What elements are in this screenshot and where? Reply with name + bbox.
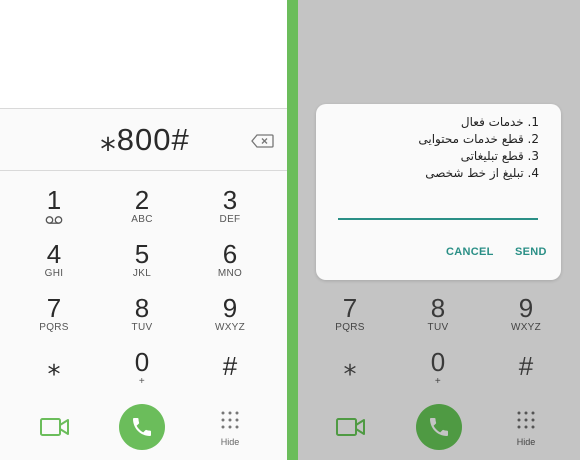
key-letters: ABC — [131, 214, 153, 225]
backspace-icon[interactable] — [251, 134, 274, 148]
key-7: 7 PQRS — [310, 294, 390, 350]
voicemail-icon — [45, 216, 63, 224]
key-2[interactable]: 2 ABC — [102, 186, 182, 242]
key-4[interactable]: 4 GHI — [14, 240, 94, 296]
key-9: 9 WXYZ — [486, 294, 566, 350]
send-button[interactable]: SEND — [515, 246, 547, 258]
key-letters: TUV — [131, 322, 153, 333]
dialer-screen: ⁎800# 1 2 ABC 3 DEF 4 GHI 5 JKL 6 MNO 7 … — [0, 0, 287, 460]
hide-label: Hide — [516, 437, 536, 447]
key-0[interactable]: 0 + — [102, 348, 182, 404]
key-letters: JKL — [132, 268, 152, 279]
top-divider — [0, 108, 287, 109]
key-letters: WXYZ — [510, 322, 542, 333]
key-digit: 9 — [518, 293, 534, 323]
key-9[interactable]: 9 WXYZ — [190, 294, 270, 350]
ussd-menu-line: 1. خدمات فعال — [460, 115, 539, 129]
key-hash[interactable]: # — [190, 352, 270, 408]
key-digit: 7 — [342, 293, 358, 323]
key-6[interactable]: 6 MNO — [190, 240, 270, 296]
ussd-menu-line: 3. قطع تبلیغاتی — [460, 149, 539, 163]
key-digit: 3 — [222, 185, 238, 215]
key-8[interactable]: 8 TUV — [102, 294, 182, 350]
ussd-menu: 1. خدمات فعال 2. قطع خدمات محتوایی 3. قط… — [339, 114, 539, 182]
key-digit: # — [222, 351, 238, 381]
key-digit: ⁎ — [47, 351, 61, 381]
key-letters: MNO — [217, 268, 243, 279]
dialer-top-area — [0, 0, 287, 108]
key-1[interactable]: 1 — [14, 186, 94, 242]
keypad-dots-icon — [517, 411, 535, 429]
key-digit: 0 — [430, 347, 446, 377]
key-3[interactable]: 3 DEF — [190, 186, 270, 242]
key-letters: + — [434, 376, 442, 387]
key-8: 8 TUV — [398, 294, 478, 350]
key-letters: WXYZ — [214, 322, 246, 333]
key-digit: # — [518, 351, 534, 381]
key-letters: DEF — [219, 214, 241, 225]
phone-icon — [430, 418, 448, 436]
key-digit: 5 — [134, 239, 150, 269]
key-5[interactable]: 5 JKL — [102, 240, 182, 296]
number-divider — [0, 170, 287, 171]
ussd-screen: 1. خدمات فعال 2. قطع خدمات محتوایی 3. قط… — [298, 0, 580, 460]
cancel-button[interactable]: CANCEL — [446, 246, 494, 258]
key-letters: PQRS — [335, 322, 365, 333]
key-letters: + — [138, 376, 146, 387]
key-digit: 0 — [134, 347, 150, 377]
key-letters: GHI — [44, 268, 64, 279]
screen-pair: ⁎800# 1 2 ABC 3 DEF 4 GHI 5 JKL 6 MNO 7 … — [0, 0, 580, 460]
ussd-menu-line: 4. تبلیغ از خط شخصی — [425, 166, 539, 180]
key-7[interactable]: 7 PQRS — [14, 294, 94, 350]
key-digit: ⁎ — [343, 351, 357, 381]
ussd-menu-line: 2. قطع خدمات محتوایی — [418, 132, 539, 146]
ussd-dialog: 1. خدمات فعال 2. قطع خدمات محتوایی 3. قط… — [316, 104, 561, 280]
key-0: 0 + — [398, 348, 478, 404]
video-call-icon — [336, 418, 365, 436]
key-letters: TUV — [427, 322, 449, 333]
key-digit: 6 — [222, 239, 238, 269]
keypad-dots-icon[interactable] — [220, 410, 240, 430]
call-button[interactable] — [119, 404, 165, 450]
green-separator — [287, 0, 298, 460]
key-digit: 1 — [46, 185, 62, 215]
key-digit: 2 — [134, 185, 150, 215]
video-call-icon[interactable] — [40, 417, 70, 437]
key-digit: 7 — [46, 293, 62, 323]
hide-label[interactable]: Hide — [210, 437, 250, 447]
key-digit: 4 — [46, 239, 62, 269]
phone-icon — [133, 418, 151, 436]
key-digit: 8 — [430, 293, 446, 323]
ussd-reply-input[interactable] — [338, 218, 538, 220]
key-star[interactable]: ⁎ — [14, 352, 94, 408]
dialed-number: ⁎800# — [100, 122, 190, 157]
key-digit: 8 — [134, 293, 150, 323]
key-letters: PQRS — [39, 322, 69, 333]
key-star: ⁎ — [310, 352, 390, 408]
number-display[interactable]: ⁎800# — [0, 112, 287, 168]
call-button — [416, 404, 462, 450]
key-digit: 9 — [222, 293, 238, 323]
key-hash: # — [486, 352, 566, 408]
